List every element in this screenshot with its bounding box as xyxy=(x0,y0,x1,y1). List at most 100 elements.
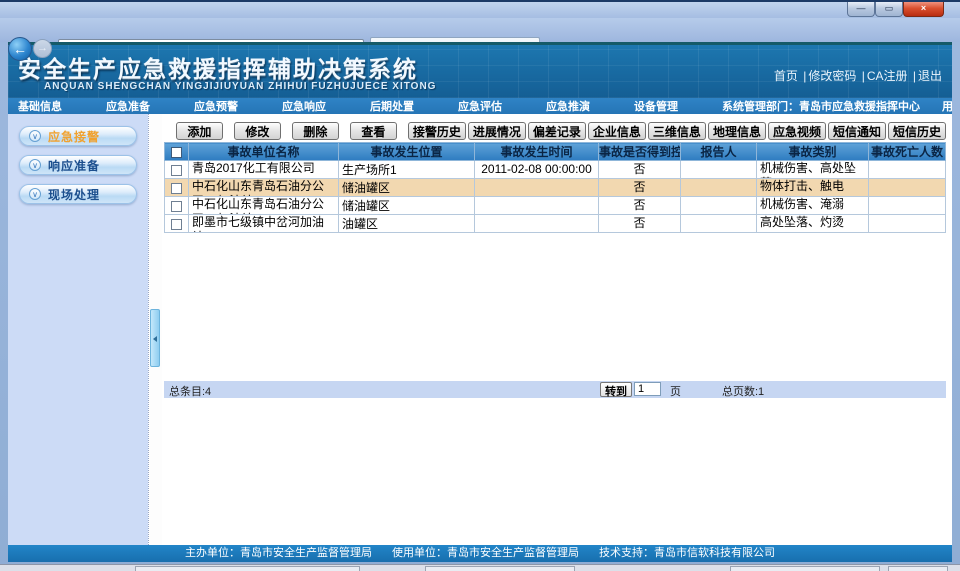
sidebar-item[interactable]: ∨响应准备 xyxy=(19,155,137,175)
toolbar-button[interactable]: 查看 xyxy=(350,122,397,140)
sidebar-item[interactable]: ∨ 应急接警 xyxy=(19,126,137,146)
column-header[interactable]: 事故类别 xyxy=(757,143,869,161)
table-cell: 即墨市七级镇中岔河加油站 xyxy=(189,215,339,233)
toolbar-button[interactable]: 接警历史 xyxy=(408,122,466,140)
select-all-header[interactable] xyxy=(165,143,189,161)
menu-bar: 基础信息应急准备应急预警应急响应后期处置应急评估应急推演设备管理系统管理 部门：… xyxy=(8,98,952,114)
select-all-checkbox[interactable] xyxy=(171,147,182,158)
toolbar-button[interactable]: 短信通知 xyxy=(828,122,886,140)
table-cell xyxy=(475,215,599,233)
app-subtitle: ANQUAN SHENGCHAN YINGJIJIUYUAN ZHIHUI FU… xyxy=(44,81,436,92)
table-row[interactable]: 中石化山东青岛石油分公司09加油站储油罐区否机械伤害、淹溺 xyxy=(165,197,946,215)
taskbar-button xyxy=(135,566,360,571)
table-row[interactable]: 青岛2017化工有限公司生产场所12011-02-08 00:00:00否机械伤… xyxy=(165,161,946,179)
collapse-sidebar-handle[interactable] xyxy=(150,309,160,367)
column-header[interactable]: 事故是否得到控制 xyxy=(599,143,681,161)
table-cell: 油罐区 xyxy=(339,215,475,233)
window-controls: — ▭ × xyxy=(847,2,944,17)
forward-button[interactable]: → xyxy=(33,39,52,58)
chevron-down-icon: ∨ xyxy=(29,130,41,142)
column-header[interactable]: 事故死亡人数 xyxy=(869,143,946,161)
toolbar-button[interactable]: 修改 xyxy=(234,122,281,140)
menu-item[interactable]: 应急响应 xyxy=(282,98,326,114)
table-cell xyxy=(475,179,599,197)
taskbar-sliver xyxy=(0,564,960,571)
main-panel: 添加修改删除查看接警历史进展情况偏差记录企业信息三维信息地理信息应急视频短信通知… xyxy=(162,114,952,545)
sidebar-item-label: 应急接警 xyxy=(48,128,100,145)
content-area: ∨ 应急接警 ∨响应准备 ∨现场处理 添加修改删除查看接警历史进展情况偏差记录企业信息… xyxy=(8,114,952,545)
menu-item[interactable]: 应急推演 xyxy=(546,98,590,114)
table-cell xyxy=(869,179,946,197)
app-title: 安全生产应急救援指挥辅助决策系统 xyxy=(18,50,418,84)
toolbar-button[interactable]: 短信历史 xyxy=(888,122,946,140)
page-suffix-label: 页 xyxy=(670,383,681,399)
app-footer: 主办单位：青岛市安全生产监督管理局使用单位：青岛市安全生产监督管理局技术支持：青… xyxy=(8,545,952,562)
incident-table-body: 青岛2017化工有限公司生产场所12011-02-08 00:00:00否机械伤… xyxy=(165,161,946,233)
row-checkbox[interactable] xyxy=(171,219,182,230)
sidebar-item[interactable]: ∨现场处理 xyxy=(19,184,137,204)
window-titlebar: — ▭ × xyxy=(0,0,960,18)
column-header[interactable]: 事故发生时间 xyxy=(475,143,599,161)
column-header[interactable]: 报告人 xyxy=(681,143,757,161)
table-cell: 物体打击、触电 xyxy=(757,179,869,197)
footer-segment: 使用单位：青岛市安全生产监督管理局 xyxy=(392,547,579,559)
header-link[interactable]: CA注册 xyxy=(867,69,908,83)
table-cell: 2011-02-08 00:00:00 xyxy=(475,161,599,179)
menu-item[interactable]: 后期处置 xyxy=(370,98,414,114)
table-cell xyxy=(869,215,946,233)
menu-item[interactable]: 应急预警 xyxy=(194,98,238,114)
column-header[interactable]: 事故单位名称 xyxy=(189,143,339,161)
menu-item[interactable]: 应急评估 xyxy=(458,98,502,114)
row-select-cell xyxy=(165,161,189,179)
table-cell xyxy=(869,161,946,179)
table-cell: 高处坠落、灼烫 xyxy=(757,215,869,233)
row-checkbox[interactable] xyxy=(171,183,182,194)
menu-item[interactable]: 基础信息 xyxy=(18,98,62,114)
maximize-button[interactable]: ▭ xyxy=(875,2,903,17)
browser-navbar: ← → e http://localhost:90/yjzh/frame/hom… xyxy=(0,18,960,42)
goto-page-button[interactable]: 转到 xyxy=(600,382,632,397)
close-button[interactable]: × xyxy=(903,2,944,17)
toolbar-button[interactable]: 企业信息 xyxy=(588,122,646,140)
toolbar-button[interactable]: 应急视频 xyxy=(768,122,826,140)
table-cell: 储油罐区 xyxy=(339,179,475,197)
toolbar-button[interactable]: 添加 xyxy=(176,122,223,140)
total-items-label: 总条目:4 xyxy=(169,383,211,399)
table-cell: 否 xyxy=(599,197,681,215)
table-cell xyxy=(475,197,599,215)
table-cell: 否 xyxy=(599,179,681,197)
table-cell: 中石化山东青岛石油分公司09加油站 xyxy=(189,197,339,215)
table-cell xyxy=(681,197,757,215)
toolbar-button[interactable]: 偏差记录 xyxy=(528,122,586,140)
toolbar-button[interactable]: 删除 xyxy=(292,122,339,140)
table-cell: 中石化山东青岛石油分公司09加油站 xyxy=(189,179,339,197)
table-row[interactable]: 即墨市七级镇中岔河加油站油罐区否高处坠落、灼烫 xyxy=(165,215,946,233)
table-cell: 青岛2017化工有限公司 xyxy=(189,161,339,179)
table-cell: 机械伤害、高处坠落 xyxy=(757,161,869,179)
row-checkbox[interactable] xyxy=(171,201,182,212)
pagination-bar: 总条目:4 转到 页 总页数:1 xyxy=(164,381,946,398)
table-header-row: 事故单位名称事故发生位置事故发生时间事故是否得到控制报告人事故类别事故死亡人数 xyxy=(165,143,946,161)
menu-item[interactable]: 应急准备 xyxy=(106,98,150,114)
toolbar-button[interactable]: 三维信息 xyxy=(648,122,706,140)
row-checkbox[interactable] xyxy=(171,165,182,176)
toolbar-button[interactable]: 进展情况 xyxy=(468,122,526,140)
menu-item[interactable]: 设备管理 xyxy=(634,98,678,114)
footer-segment: 主办单位：青岛市安全生产监督管理局 xyxy=(185,547,372,559)
total-pages-label: 总页数:1 xyxy=(722,383,764,399)
row-select-cell xyxy=(165,197,189,215)
back-button[interactable]: ← xyxy=(8,37,32,61)
toolbar-button[interactable]: 地理信息 xyxy=(708,122,766,140)
chevron-down-icon: ∨ xyxy=(29,159,41,171)
table-row[interactable]: 中石化山东青岛石油分公司09加油站储油罐区 否 物体打击、触电 xyxy=(165,179,946,197)
page-number-input[interactable] xyxy=(634,382,661,396)
menu-item[interactable]: 系统管理 xyxy=(722,98,766,114)
header-link[interactable]: 退出 xyxy=(918,69,942,83)
header-link[interactable]: 修改密码 xyxy=(808,69,856,83)
table-cell xyxy=(681,179,757,197)
minimize-button[interactable]: — xyxy=(847,2,875,17)
header-link[interactable]: 首页 xyxy=(774,69,798,83)
table-cell xyxy=(681,215,757,233)
column-header[interactable]: 事故发生位置 xyxy=(339,143,475,161)
sidebar-buttons: ∨ 应急接警 ∨响应准备 ∨现场处理 xyxy=(8,126,148,204)
